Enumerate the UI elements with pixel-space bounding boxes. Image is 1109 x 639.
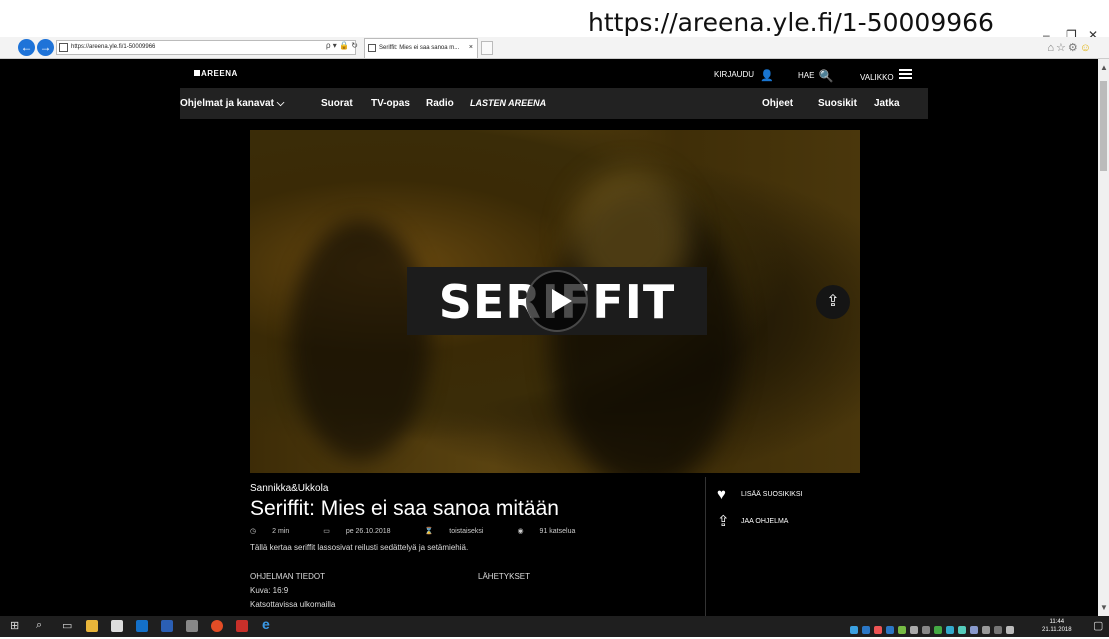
duration: ◷ 2 min xyxy=(250,528,290,535)
scroll-down-icon[interactable]: ▼ xyxy=(1100,603,1108,612)
web-page: AREENA KIRJAUDU 👤 HAE 🔍 VALIKKO Ohjelmat j… xyxy=(0,59,1098,616)
start-windows-icon[interactable]: ⊞ xyxy=(10,619,19,632)
search-icon[interactable]: ⌕ xyxy=(36,619,42,632)
address-bar[interactable]: https://areena.yle.fi/1-50009966 xyxy=(56,40,356,55)
program-description: Tällä kertaa seriffit lassosivat reilust… xyxy=(250,543,469,552)
main-navigation: Ohjelmat ja kanavat ⌵ Suorat TV-opas Rad… xyxy=(180,88,928,119)
taskbar-clock[interactable]: 11:44 21.11.2018 xyxy=(1042,618,1072,634)
play-icon xyxy=(552,289,572,313)
aspect-ratio: Kuva: 16:9 xyxy=(250,586,289,595)
search-icon: 🔍 xyxy=(818,69,834,83)
home-icon[interactable]: ⌂ xyxy=(1047,42,1056,54)
play-button[interactable] xyxy=(526,270,588,332)
page-icon xyxy=(59,43,68,52)
scroll-thumb[interactable] xyxy=(1100,81,1107,171)
file-explorer-icon[interactable] xyxy=(86,620,98,632)
divider xyxy=(705,477,706,616)
heart-icon: ♥ xyxy=(717,486,726,503)
availability: ⌛ toistaiseksi xyxy=(424,528,484,535)
share-icon: ⇪ xyxy=(717,513,730,530)
site-topbar: AREENA KIRJAUDU 👤 HAE 🔍 VALIKKO xyxy=(180,65,928,87)
share-program-button[interactable]: ⇪ JAA OHJELMA xyxy=(717,512,802,530)
word-icon[interactable] xyxy=(161,620,173,632)
vertical-scrollbar[interactable]: ▲ ▼ xyxy=(1098,59,1109,616)
areena-logo[interactable]: AREENA xyxy=(194,69,238,78)
details-heading[interactable]: OHJELMAN TIEDOT xyxy=(250,572,325,581)
calendar-icon: ▭ xyxy=(323,528,330,535)
add-favorite-button[interactable]: ♥ LISÄÄ SUOSIKIKSI xyxy=(717,486,802,503)
abroad-availability: Katsottavissa ulkomailla xyxy=(250,600,336,609)
login-button[interactable]: KIRJAUDU 👤 xyxy=(714,69,774,82)
program-actions: ♥ LISÄÄ SUOSIKIKSI ⇪ JAA OHJELMA xyxy=(717,486,802,539)
address-tools[interactable]: ρ ▾ 🔒 ↻ xyxy=(326,41,358,50)
share-icon: ⇪ xyxy=(826,293,840,310)
system-tray[interactable] xyxy=(850,621,1040,634)
hamburger-icon xyxy=(898,69,912,81)
smiley-icon[interactable]: ☺ xyxy=(1080,42,1093,54)
user-icon: 👤 xyxy=(760,70,774,82)
tab-page-icon xyxy=(368,44,376,52)
clock-time: 11:44 xyxy=(1049,619,1065,625)
store-icon[interactable] xyxy=(111,620,123,632)
clock-icon: ◷ xyxy=(250,528,257,535)
calculator-icon[interactable] xyxy=(186,620,198,632)
browser-tab[interactable]: Seriffit: Mies ei saa sanoa m... × xyxy=(364,38,478,58)
chrome-icon[interactable] xyxy=(211,620,223,632)
broadcasts-heading[interactable]: LÄHETYKSET xyxy=(478,572,530,581)
task-view-icon[interactable]: ▭ xyxy=(62,619,72,632)
eye-icon: ◉ xyxy=(517,528,524,535)
program-meta: ◷ 2 min ▭ pe 26.10.2018 ⌛ toistaiseksi ◉ 91 … xyxy=(250,527,705,535)
outlook-icon[interactable] xyxy=(136,620,148,632)
hourglass-icon: ⌛ xyxy=(424,528,434,535)
nav-tv-guide[interactable]: TV-opas xyxy=(371,98,410,109)
video-share-button[interactable]: ⇪ xyxy=(816,285,850,319)
nav-continue[interactable]: Jatka xyxy=(874,98,900,109)
windows-taskbar: ⊞ ⌕ ▭ e 11:44 21.11.2018 ▢ xyxy=(0,616,1109,637)
nav-programs[interactable]: Ohjelmat ja kanavat ⌵ xyxy=(180,98,284,109)
favorites-star-icon[interactable]: ☆ xyxy=(1056,42,1068,54)
notifications-icon[interactable]: ▢ xyxy=(1093,619,1103,632)
scroll-up-icon[interactable]: ▲ xyxy=(1100,63,1108,72)
view-count: ◉ 91 katselua xyxy=(517,528,576,535)
overlay-url-caption: https://areena.yle.fi/1-50009966 xyxy=(588,8,994,37)
producer-label[interactable]: Sannikka&Ukkola xyxy=(250,483,705,494)
search-button[interactable]: HAE 🔍 xyxy=(798,69,833,83)
forward-button[interactable]: → xyxy=(37,39,54,56)
video-player[interactable]: SERIFFIT ⇪ xyxy=(250,130,860,473)
broadcast-date: ▭ pe 26.10.2018 xyxy=(323,528,391,535)
nav-kids[interactable]: LASTEN AREENA xyxy=(470,98,546,108)
tab-title: Seriffit: Mies ei saa sanoa m... xyxy=(379,45,460,51)
settings-gear-icon[interactable]: ⚙ xyxy=(1068,42,1080,54)
nav-help[interactable]: Ohjeet xyxy=(762,98,793,109)
internet-explorer-icon[interactable]: e xyxy=(262,616,270,632)
menu-button[interactable]: VALIKKO xyxy=(860,69,912,82)
nav-radio[interactable]: Radio xyxy=(426,98,454,109)
browser-chrome: ← → https://areena.yle.fi/1-50009966 ρ ▾… xyxy=(0,37,1109,59)
tab-close-icon[interactable]: × xyxy=(469,39,473,57)
program-info: Sannikka&Ukkola Seriffit: Mies ei saa sa… xyxy=(250,483,705,609)
powerpoint-icon[interactable] xyxy=(236,620,248,632)
nav-live[interactable]: Suorat xyxy=(321,98,353,109)
clock-date: 21.11.2018 xyxy=(1042,627,1072,633)
new-tab-button[interactable] xyxy=(481,41,493,55)
back-button[interactable]: ← xyxy=(18,39,35,56)
program-title: Seriffit: Mies ei saa sanoa mitään xyxy=(250,497,559,520)
address-text: https://areena.yle.fi/1-50009966 xyxy=(71,44,156,50)
nav-favorites[interactable]: Suosikit xyxy=(818,98,857,109)
